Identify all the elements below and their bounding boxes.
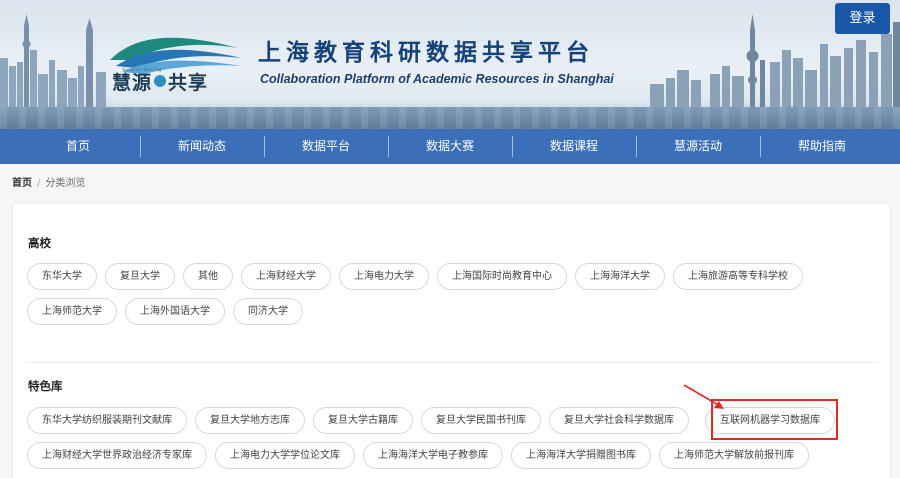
site-subtitle: Collaboration Platform of Academic Resou…: [260, 72, 614, 86]
main-nav: 首页 新闻动态 数据平台 数据大赛 数据课程 慧源活动 帮助指南: [0, 129, 900, 164]
tag-university[interactable]: 上海旅游高等专科学校: [673, 263, 803, 290]
login-button[interactable]: 登录: [835, 3, 890, 34]
tag-database[interactable]: 复旦大学古籍库: [313, 407, 413, 434]
tag-database[interactable]: 东华大学纺织服装期刊文献库: [27, 407, 187, 434]
river-reflection: [0, 107, 900, 129]
logo-brand-text: 慧源 共享: [112, 70, 208, 96]
tag-university[interactable]: 复旦大学: [105, 263, 175, 290]
nav-item-home[interactable]: 首页: [16, 129, 140, 164]
tag-university[interactable]: 上海财经大学: [241, 263, 331, 290]
tag-university[interactable]: 上海师范大学: [27, 298, 117, 325]
tag-university[interactable]: 上海国际时尚教育中心: [437, 263, 567, 290]
tag-database[interactable]: 复旦大学民国书刊库: [421, 407, 541, 434]
section-divider: [27, 362, 877, 363]
tag-university[interactable]: 上海海洋大学: [575, 263, 665, 290]
tag-database[interactable]: 上海财经大学世界政治经济专家库: [27, 442, 207, 469]
breadcrumb: 首页 / 分类浏览: [12, 177, 85, 191]
logo-dot-icon: [154, 75, 167, 87]
tag-university[interactable]: 其他: [183, 263, 233, 290]
nav-item-data-course[interactable]: 数据课程: [512, 129, 636, 164]
tag-database[interactable]: 上海师范大学解放前报刊库: [659, 442, 809, 469]
tag-database[interactable]: 上海海洋大学捐赠图书库: [511, 442, 651, 469]
nav-item-activities[interactable]: 慧源活动: [636, 129, 760, 164]
nav-item-help[interactable]: 帮助指南: [760, 129, 884, 164]
section-title-universities: 高校: [28, 236, 51, 250]
nav-item-data-platform[interactable]: 数据平台: [264, 129, 388, 164]
tag-database[interactable]: 上海电力大学学位论文库: [215, 442, 355, 469]
tag-university[interactable]: 上海电力大学: [339, 263, 429, 290]
breadcrumb-separator: /: [37, 178, 41, 189]
logo-brand-right: 共享: [168, 72, 209, 94]
breadcrumb-home[interactable]: 首页: [12, 178, 32, 189]
header-banner: Huiyuan Sharing 慧源 共享 上海教育科研数据共享平台 Collab…: [0, 0, 900, 129]
site-title: 上海教育科研数据共享平台: [258, 39, 594, 66]
university-tag-list: 东华大学 复旦大学 其他 上海财经大学 上海电力大学 上海国际时尚教育中心 上海…: [27, 263, 877, 325]
logo-brand-left: 慧源: [112, 72, 153, 94]
nav-item-news[interactable]: 新闻动态: [140, 129, 264, 164]
tag-university[interactable]: 东华大学: [27, 263, 97, 290]
tag-university[interactable]: 上海外国语大学: [125, 298, 225, 325]
tag-database[interactable]: 上海海洋大学电子教参库: [363, 442, 503, 469]
tag-database[interactable]: 复旦大学地方志库: [195, 407, 305, 434]
annotation-highlight-box: [711, 399, 838, 440]
nav-item-data-contest[interactable]: 数据大赛: [388, 129, 512, 164]
tag-database[interactable]: 复旦大学社会科学数据库: [549, 407, 689, 434]
breadcrumb-current: 分类浏览: [45, 178, 86, 189]
city-skyline-left: [0, 14, 106, 110]
tag-university[interactable]: 同济大学: [233, 298, 303, 325]
section-title-special-databases: 特色库: [28, 379, 63, 393]
